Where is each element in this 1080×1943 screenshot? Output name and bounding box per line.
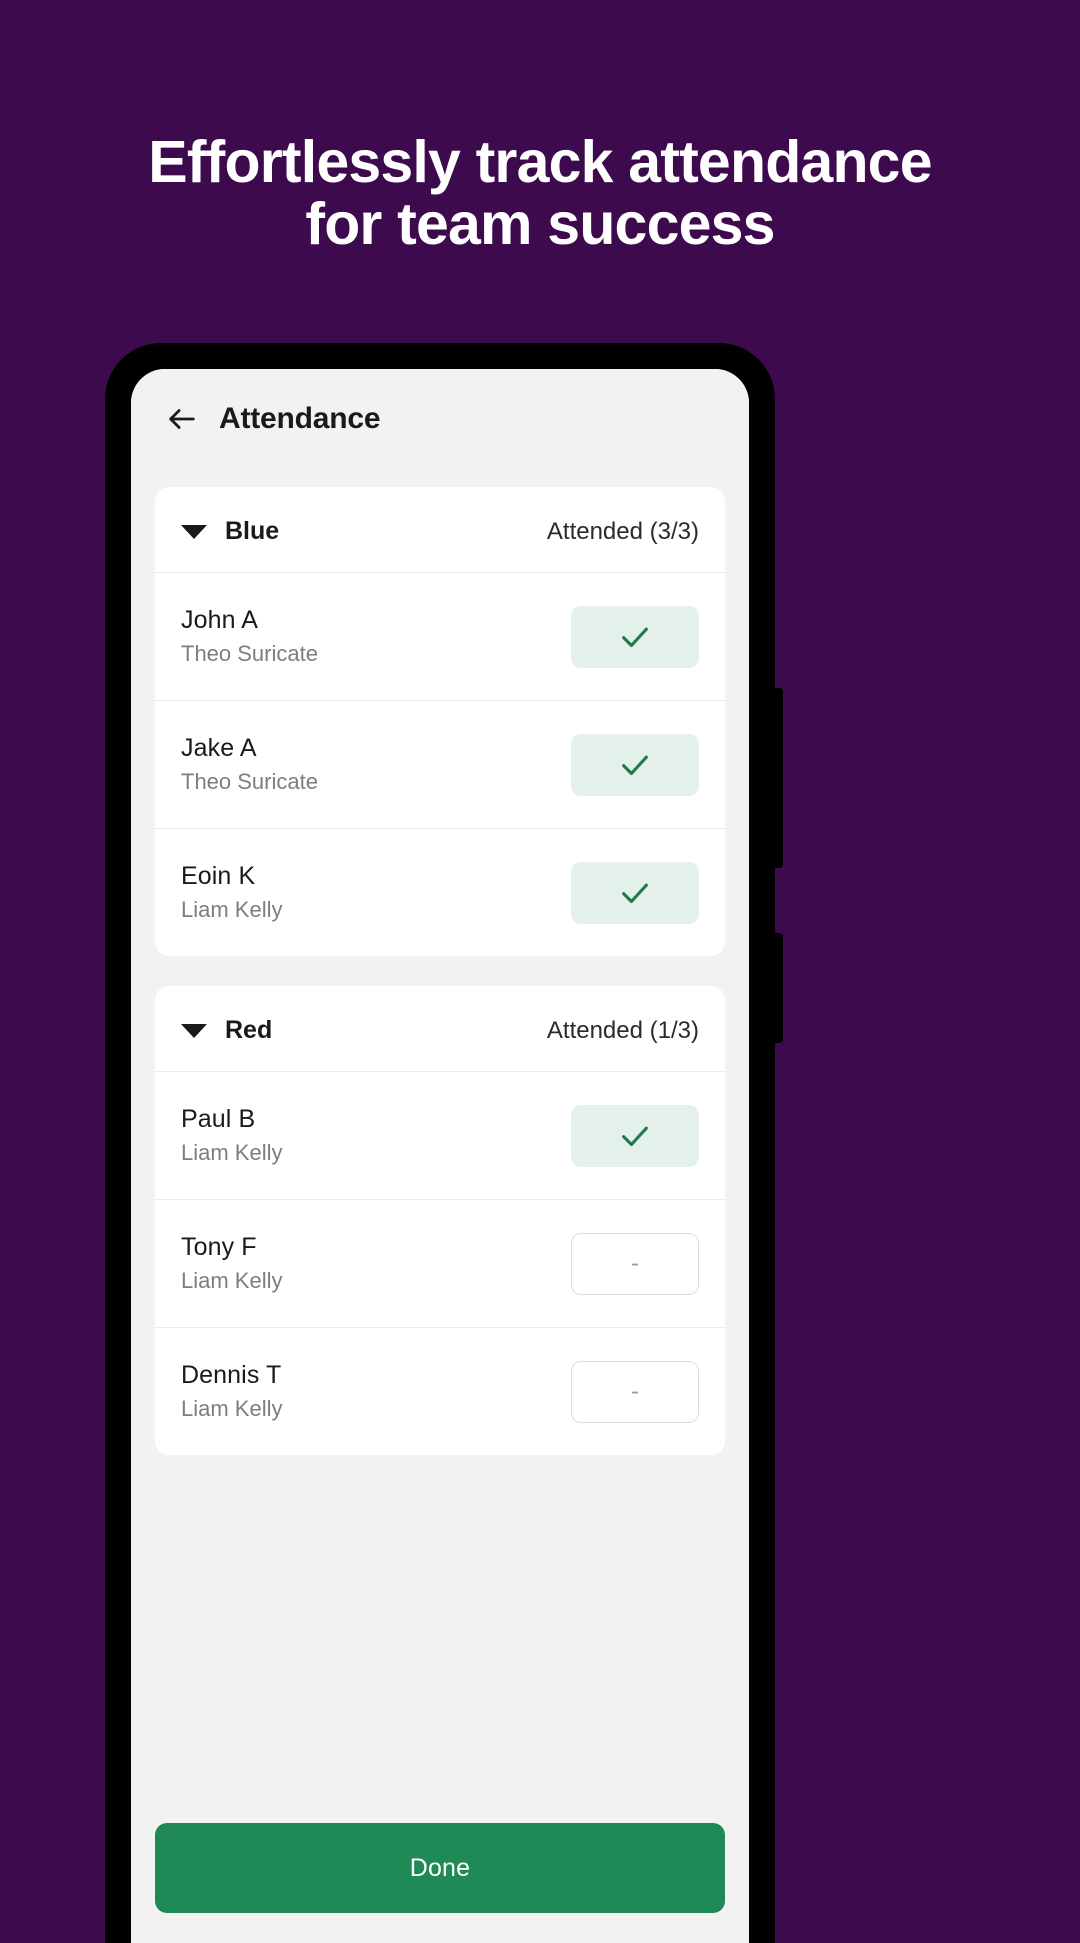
table-row[interactable]: Jake A Theo Suricate — [155, 700, 725, 828]
check-icon — [618, 620, 652, 654]
member-name: Dennis T — [181, 1361, 282, 1389]
attendance-toggle-present[interactable] — [571, 861, 699, 924]
member-name: Tony F — [181, 1233, 257, 1261]
dash-icon: - — [631, 1249, 639, 1277]
table-row[interactable]: Tony F Liam Kelly - — [155, 1199, 725, 1327]
phone-volume-button — [773, 688, 783, 868]
member-info: John A Theo Suricate — [181, 606, 318, 667]
attendance-toggle-present[interactable] — [571, 733, 699, 796]
member-info: Tony F Liam Kelly — [181, 1233, 282, 1294]
footer-bar: Done — [131, 1801, 749, 1943]
promo-headline: Effortlessly track attendance for team s… — [0, 129, 1080, 257]
group-name: Blue — [225, 517, 280, 545]
group-name: Red — [225, 1016, 273, 1044]
phone-mockup: Attendance Blue Attended (3/3) John A Th… — [105, 343, 783, 1943]
member-name: Paul B — [181, 1105, 256, 1133]
table-row[interactable]: Dennis T Liam Kelly - — [155, 1327, 725, 1455]
arrow-left-icon — [165, 402, 199, 436]
group-attendance-count: Attended (3/3) — [546, 517, 699, 545]
member-name: John A — [181, 606, 259, 634]
check-icon — [618, 876, 652, 910]
group-card: Blue Attended (3/3) John A Theo Suricate — [155, 487, 725, 956]
check-icon — [618, 1119, 652, 1153]
member-name: Eoin K — [181, 862, 256, 890]
member-subtitle: Theo Suricate — [181, 641, 318, 666]
caret-down-icon[interactable] — [181, 1023, 207, 1038]
member-info: Eoin K Liam Kelly — [181, 862, 282, 923]
phone-screen: Attendance Blue Attended (3/3) John A Th… — [131, 369, 749, 1943]
table-row[interactable]: Eoin K Liam Kelly — [155, 828, 725, 956]
back-button[interactable] — [159, 396, 205, 442]
headline-line-1: Effortlessly track attendance — [148, 129, 932, 195]
table-row[interactable]: John A Theo Suricate — [155, 572, 725, 700]
member-subtitle: Liam Kelly — [181, 1140, 283, 1165]
group-card: Red Attended (1/3) Paul B Liam Kelly Ton… — [155, 986, 725, 1455]
member-info: Paul B Liam Kelly — [181, 1105, 282, 1166]
check-icon — [618, 748, 652, 782]
member-subtitle: Liam Kelly — [181, 1396, 283, 1421]
page-title: Attendance — [219, 402, 381, 435]
member-subtitle: Liam Kelly — [181, 897, 283, 922]
member-subtitle: Liam Kelly — [181, 1268, 283, 1293]
done-button[interactable]: Done — [155, 1823, 725, 1913]
attendance-toggle-present[interactable] — [571, 1104, 699, 1167]
member-info: Dennis T Liam Kelly — [181, 1361, 282, 1422]
headline-line-2: for team success — [305, 190, 775, 257]
table-row[interactable]: Paul B Liam Kelly — [155, 1071, 725, 1199]
app-bar: Attendance — [131, 369, 749, 469]
member-info: Jake A Theo Suricate — [181, 734, 318, 795]
dash-icon: - — [631, 1377, 639, 1405]
member-name: Jake A — [181, 734, 257, 762]
phone-power-button — [773, 933, 783, 1043]
group-header-blue[interactable]: Blue Attended (3/3) — [155, 487, 725, 572]
attendance-toggle-present[interactable] — [571, 605, 699, 668]
attendance-toggle-absent[interactable]: - — [571, 1360, 699, 1423]
member-subtitle: Theo Suricate — [181, 769, 318, 794]
group-attendance-count: Attended (1/3) — [546, 1016, 699, 1044]
attendance-toggle-absent[interactable]: - — [571, 1232, 699, 1295]
group-header-red[interactable]: Red Attended (1/3) — [155, 986, 725, 1071]
caret-down-icon[interactable] — [181, 524, 207, 539]
attendance-list: Blue Attended (3/3) John A Theo Suricate — [131, 469, 749, 1801]
